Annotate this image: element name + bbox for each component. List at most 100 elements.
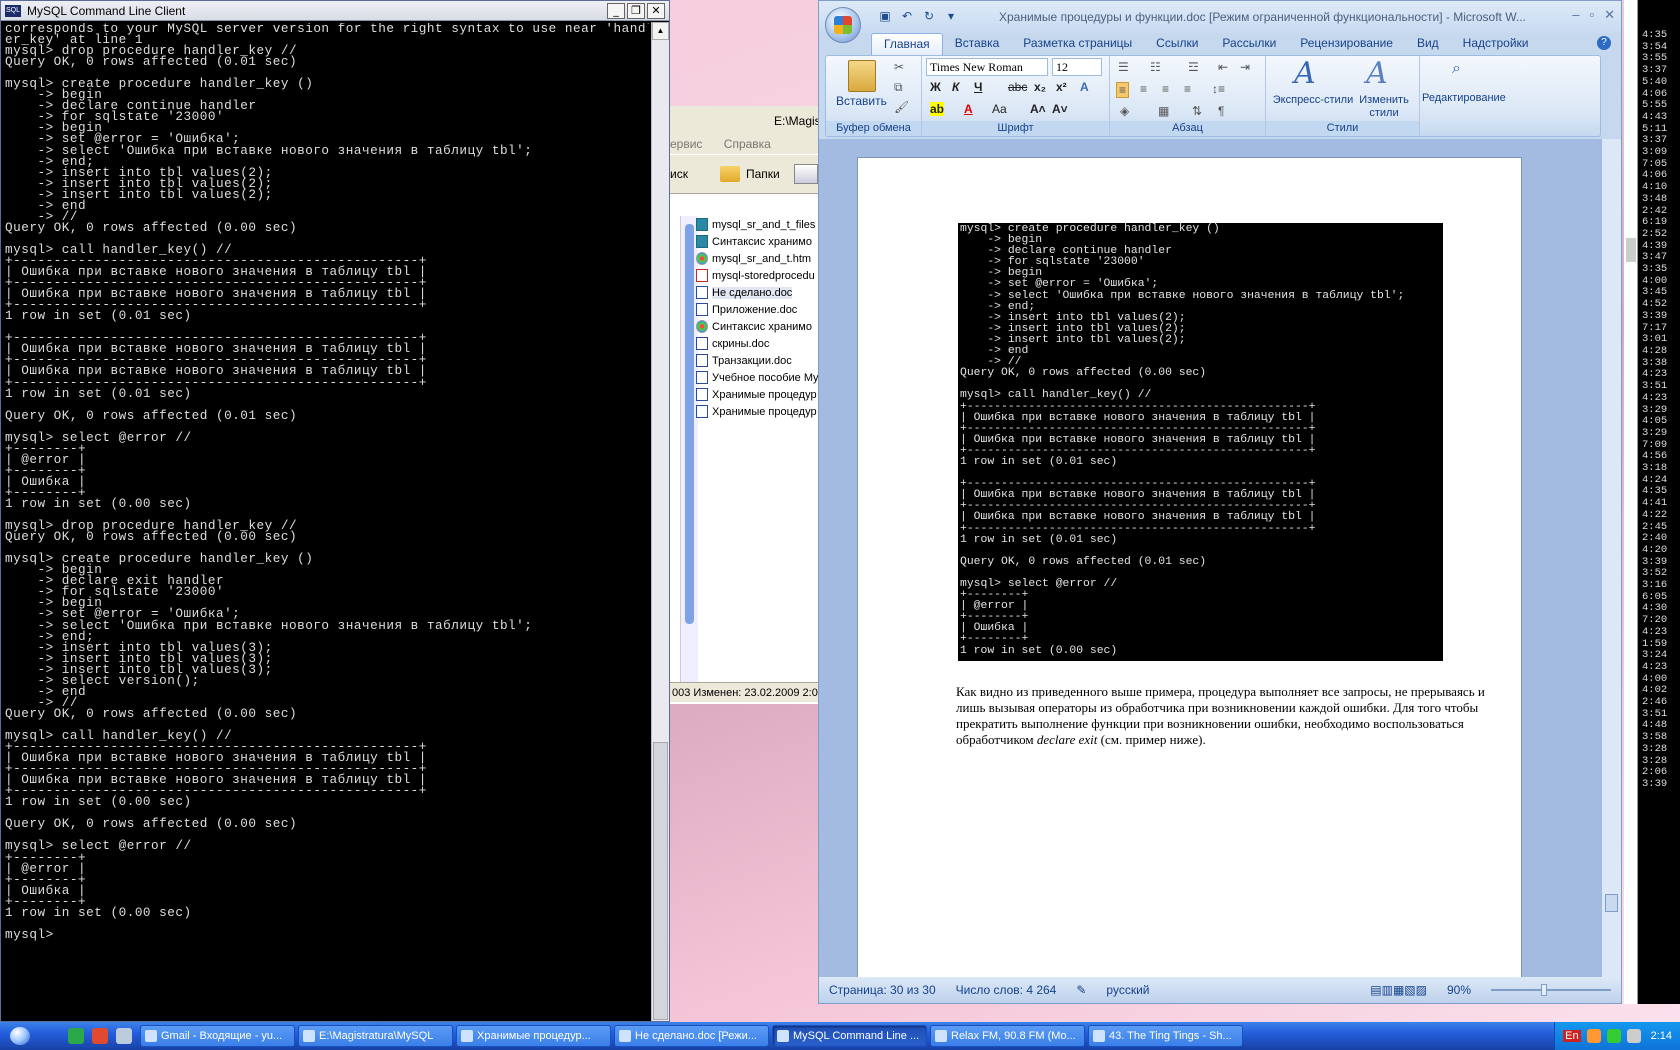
change-styles-button-line1[interactable]: Изменить (1356, 94, 1412, 107)
file-item[interactable]: Транзакции.doc (696, 352, 820, 369)
superscript-icon[interactable]: x² (1056, 80, 1067, 94)
align-left-icon[interactable]: ≡ (1116, 82, 1130, 98)
cut-icon[interactable]: ✂ (894, 60, 904, 74)
folders-button[interactable]: Папки (746, 167, 780, 181)
views-icon[interactable] (793, 164, 818, 184)
word-minimize-icon[interactable]: – (1572, 7, 1579, 23)
file-item[interactable]: Хранимые процедур (696, 386, 820, 403)
tray-icon-1[interactable] (1586, 1029, 1601, 1043)
shrink-font-icon[interactable]: A˅ (1052, 102, 1068, 116)
menu-help[interactable]: Справка (724, 137, 771, 151)
quick-launch-icon-3[interactable] (116, 1028, 132, 1044)
view-buttons[interactable]: ▤▥▦▧▨ (1370, 983, 1427, 997)
shading-icon[interactable]: ◈ (1120, 104, 1129, 118)
playlist-scroll-thumb[interactable] (1626, 238, 1636, 262)
word-scroll-thumb[interactable] (1605, 894, 1618, 912)
justify-icon[interactable]: ≡ (1184, 82, 1191, 96)
align-right-icon[interactable]: ≡ (1162, 82, 1169, 96)
font-name-select[interactable]: Times New Roman (926, 58, 1048, 76)
folders-icon[interactable] (719, 166, 740, 182)
word-vertical-scrollbar[interactable] (1601, 139, 1621, 977)
highlight-icon[interactable]: ab (930, 102, 945, 116)
express-styles-icon[interactable]: A (1294, 56, 1316, 91)
zoom-level[interactable]: 90% (1447, 983, 1471, 997)
express-styles-button[interactable]: Экспресс-стили (1270, 94, 1356, 107)
numbering-icon[interactable]: ☷ (1150, 60, 1161, 74)
word-restore-icon[interactable]: ▫ (1589, 7, 1594, 23)
language-indicator[interactable]: русский (1106, 983, 1149, 997)
quick-launch-icon-1[interactable] (68, 1028, 84, 1044)
tab-0[interactable]: Главная (871, 33, 943, 55)
editing-button[interactable]: Редактирование (1422, 92, 1506, 105)
show-marks-icon[interactable]: ¶ (1218, 104, 1224, 118)
tab-6[interactable]: Вид (1405, 33, 1451, 55)
paste-icon[interactable] (848, 60, 876, 92)
volume-icon[interactable] (1626, 1029, 1641, 1043)
word-count[interactable]: Число слов: 4 264 (956, 983, 1057, 997)
change-case-icon[interactable]: Aa (992, 102, 1007, 116)
office-button[interactable] (825, 7, 861, 43)
borders-icon[interactable]: ▦ (1158, 104, 1169, 118)
search-button[interactable]: иск (670, 167, 688, 181)
file-item[interactable]: Учебное пособие My (696, 369, 820, 386)
tray-icon-2[interactable] (1606, 1029, 1621, 1043)
change-styles-button-line2[interactable]: стили (1356, 107, 1412, 120)
menu-service[interactable]: ервис (670, 137, 702, 151)
paste-button[interactable]: Вставить (836, 94, 887, 108)
mysql-console-window[interactable]: SQL MySQL Command Line Client _ ❐ ✕ corr… (0, 0, 670, 1022)
bullets-icon[interactable]: ☰ (1118, 60, 1129, 74)
console-scrollbar[interactable]: ▲ (651, 22, 669, 1021)
format-painter-icon[interactable]: 🖌 (894, 100, 909, 114)
lang-indicator[interactable]: En (1563, 1030, 1581, 1042)
close-button[interactable]: ✕ (647, 2, 665, 19)
taskbar-button[interactable]: Gmail - Входящие - yu... (140, 1025, 295, 1047)
line-spacing-icon[interactable]: ↕≡ (1212, 82, 1225, 96)
scroll-up-arrow-icon[interactable]: ▲ (652, 22, 669, 40)
file-item[interactable]: mysql_sr_and_t.htm (696, 250, 820, 267)
chrome-icon[interactable] (92, 1028, 108, 1044)
playlist-scrollbar[interactable] (1624, 0, 1638, 1004)
tab-2[interactable]: Разметка страницы (1011, 33, 1144, 55)
undo-icon[interactable]: ↶ (899, 9, 915, 23)
increase-indent-icon[interactable]: ⇥ (1240, 60, 1250, 74)
font-size-select[interactable]: 12 (1052, 58, 1102, 76)
grow-font-icon[interactable]: A˄ (1030, 102, 1046, 116)
file-item[interactable]: mysql-storedprocedu (696, 267, 820, 284)
restore-button[interactable]: ❐ (627, 2, 645, 19)
tab-7[interactable]: Надстройки (1451, 33, 1541, 55)
file-item[interactable]: mysql_sr_and_t_files (696, 216, 820, 233)
tab-4[interactable]: Рассылки (1210, 33, 1288, 55)
sort-icon[interactable]: ⇅ (1192, 104, 1202, 118)
word-titlebar[interactable]: ▣ ↶ ↻ ▾ Хранимые процедуры и функции.doc… (819, 1, 1621, 33)
console-output[interactable]: corresponds to your MySQL server version… (5, 23, 649, 1018)
zoom-slider[interactable] (1491, 984, 1611, 996)
tab-1[interactable]: Вставка (943, 33, 1012, 55)
font-color-icon[interactable]: A (964, 102, 973, 116)
customize-qat-icon[interactable]: ▾ (943, 9, 959, 23)
minimize-button[interactable]: _ (607, 2, 625, 19)
file-item[interactable]: Синтаксис хранимо (696, 318, 820, 335)
taskbar-button[interactable]: E:\Magistratura\MySQL (298, 1025, 453, 1047)
tab-5[interactable]: Рецензирование (1288, 33, 1405, 55)
file-item[interactable]: Приложение.doc (696, 301, 820, 318)
tab-3[interactable]: Ссылки (1144, 33, 1210, 55)
console-titlebar[interactable]: SQL MySQL Command Line Client _ ❐ ✕ (1, 1, 669, 21)
bold-icon[interactable]: Ж (930, 80, 941, 94)
file-item[interactable]: Хранимые процедур (696, 403, 820, 420)
taskbar-button[interactable]: MySQL Command Line ... (772, 1025, 927, 1047)
tree-scroll-thumb[interactable] (685, 224, 694, 624)
document-page[interactable]: mysql> create procedure handler_key () -… (857, 157, 1522, 987)
italic-icon[interactable]: К (952, 80, 959, 94)
spellcheck-icon[interactable]: ✎ (1076, 983, 1086, 997)
change-styles-icon[interactable]: A (1366, 56, 1388, 91)
start-button[interactable] (0, 1022, 40, 1050)
taskbar-button[interactable]: Хранимые процедур... (456, 1025, 611, 1047)
taskbar-button[interactable]: 43. The Ting Tings - Sh... (1088, 1025, 1243, 1047)
file-item[interactable]: Не сделано.doc (696, 284, 820, 301)
binoculars-icon[interactable]: ⌕ (1452, 60, 1461, 78)
save-icon[interactable]: ▣ (877, 9, 893, 23)
multilevel-list-icon[interactable]: ☲ (1188, 60, 1199, 74)
underline-icon[interactable]: Ч (974, 80, 982, 94)
decrease-indent-icon[interactable]: ⇤ (1218, 60, 1228, 74)
clear-format-icon[interactable]: A (1080, 80, 1089, 94)
